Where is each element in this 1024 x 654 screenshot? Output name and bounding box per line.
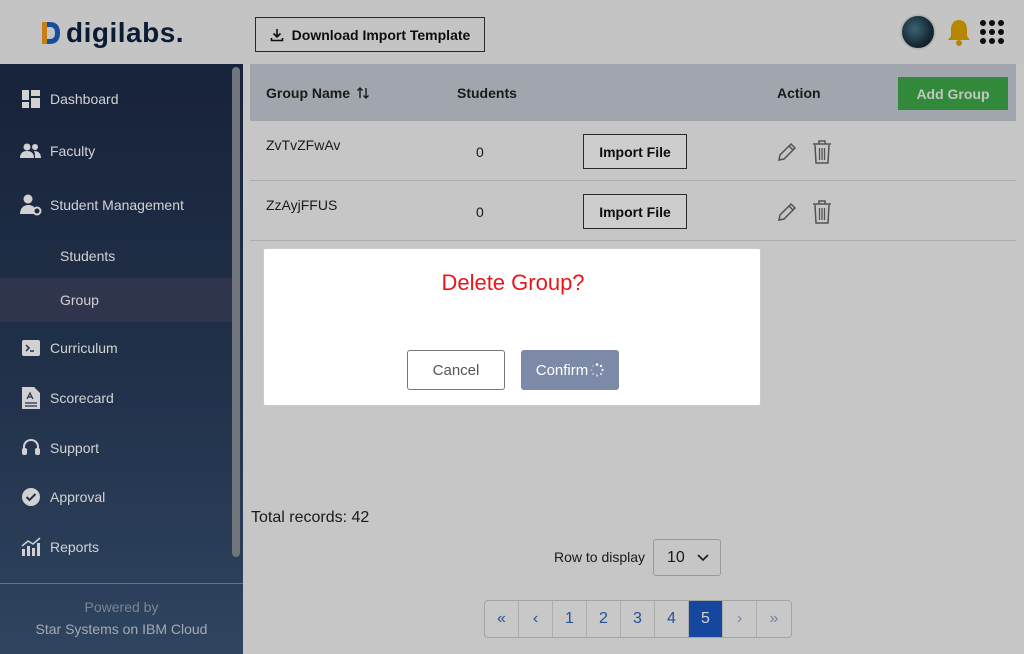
sidebar-item-label: Approval: [50, 489, 106, 505]
last-page-button[interactable]: »: [757, 601, 791, 637]
page-button-2[interactable]: 2: [587, 601, 621, 637]
pencil-icon[interactable]: [776, 201, 798, 223]
download-icon: [270, 28, 283, 41]
loading-spinner-icon: [590, 363, 604, 377]
sidebar-divider: [0, 583, 243, 584]
prev-page-button[interactable]: ‹: [519, 601, 553, 637]
dashboard-icon: [20, 88, 42, 110]
trash-icon[interactable]: [811, 139, 833, 165]
confirm-button[interactable]: Confirm: [521, 350, 619, 390]
sidebar-scrollbar[interactable]: [232, 67, 240, 557]
sidebar-item-students[interactable]: Students: [0, 234, 232, 278]
sidebar-item-label: Students: [60, 248, 116, 264]
rows-per-page-value: 10: [667, 548, 685, 566]
trash-icon[interactable]: [811, 199, 833, 225]
sort-arrows-icon[interactable]: [356, 86, 370, 100]
avatar[interactable]: [900, 14, 936, 50]
column-header-students: Students: [457, 85, 517, 101]
page-button-1[interactable]: 1: [553, 601, 587, 637]
sidebar-item-group[interactable]: Group: [0, 278, 232, 322]
headset-icon: [20, 437, 42, 459]
digilabs-logo[interactable]: digilabs.: [40, 16, 184, 50]
sidebar-item-reports[interactable]: Reports: [0, 525, 232, 569]
column-header-group-name[interactable]: Group Name: [266, 85, 370, 101]
faculty-icon: [20, 140, 42, 162]
download-import-template-button[interactable]: Download Import Template: [255, 17, 485, 52]
table-row: ZvTvZFwAv 0 Import File: [250, 121, 1016, 181]
bell-icon[interactable]: [946, 18, 972, 46]
rows-per-page-select[interactable]: 10: [653, 539, 721, 576]
sidebar-item-dashboard[interactable]: Dashboard: [0, 77, 232, 121]
page-button-5[interactable]: 5: [689, 601, 723, 637]
next-page-button[interactable]: ›: [723, 601, 757, 637]
sidebar-item-support[interactable]: Support: [0, 426, 232, 470]
sidebar-item-scorecard[interactable]: Scorecard: [0, 376, 232, 420]
check-circle-icon: [20, 486, 42, 508]
delete-group-modal: Delete Group? Cancel Confirm: [263, 248, 761, 406]
table-row: ZzAyjFFUS 0 Import File: [250, 181, 1016, 241]
confirm-button-label: Confirm: [535, 361, 589, 379]
students-count-cell: 0: [476, 144, 484, 160]
powered-by-footer: Powered by Star Systems on IBM Cloud: [0, 599, 243, 637]
chevron-down-icon: [697, 553, 709, 561]
sidebar-item-label: Support: [50, 440, 100, 456]
modal-title: Delete Group?: [441, 270, 585, 295]
page-button-4[interactable]: 4: [655, 601, 689, 637]
apps-grid-icon[interactable]: [980, 20, 1004, 44]
cancel-button[interactable]: Cancel: [407, 350, 505, 390]
logo-d-icon: [42, 22, 60, 44]
page-button-3[interactable]: 3: [621, 601, 655, 637]
sidebar-item-label: Faculty: [50, 143, 96, 159]
student-management-icon: [20, 194, 42, 216]
logo-text: digilabs.: [66, 17, 185, 48]
sidebar-item-label: Reports: [50, 539, 100, 555]
sidebar-item-faculty[interactable]: Faculty: [0, 129, 232, 173]
sidebar-item-student-management[interactable]: Student Management: [0, 183, 232, 227]
group-name-header-label: Group Name: [266, 85, 351, 101]
top-bar: digilabs. Download Import Template: [0, 0, 1024, 64]
sidebar-item-approval[interactable]: Approval: [0, 475, 232, 519]
group-name-cell: ZvTvZFwAv: [266, 137, 341, 153]
sidebar: Dashboard Faculty Student Management Stu…: [0, 64, 243, 654]
powered-by-label: Powered by: [84, 599, 159, 615]
sidebar-item-label: Student Management: [50, 197, 184, 213]
sidebar-item-curriculum[interactable]: Curriculum: [0, 326, 232, 370]
add-group-button[interactable]: Add Group: [898, 77, 1008, 110]
powered-by-company: Star Systems on IBM Cloud: [35, 621, 208, 637]
download-button-label: Download Import Template: [291, 26, 471, 43]
students-count-cell: 0: [476, 204, 484, 220]
group-name-cell: ZzAyjFFUS: [266, 197, 338, 213]
pencil-icon[interactable]: [776, 141, 798, 163]
scorecard-icon: [20, 387, 42, 409]
sidebar-item-label: Curriculum: [50, 340, 118, 356]
terminal-icon: [20, 337, 42, 359]
sidebar-item-label: Group: [60, 292, 99, 308]
import-file-button[interactable]: Import File: [583, 194, 687, 229]
row-display-label: Row to display: [554, 549, 646, 565]
sidebar-item-label: Scorecard: [50, 390, 114, 406]
import-file-button[interactable]: Import File: [583, 134, 687, 169]
column-header-action: Action: [777, 85, 821, 101]
pagination: « ‹ 1 2 3 4 5 › »: [484, 600, 792, 638]
first-page-button[interactable]: «: [485, 601, 519, 637]
sidebar-item-label: Dashboard: [50, 91, 119, 107]
total-records: Total records: 42: [251, 509, 370, 526]
reports-icon: [20, 536, 42, 558]
